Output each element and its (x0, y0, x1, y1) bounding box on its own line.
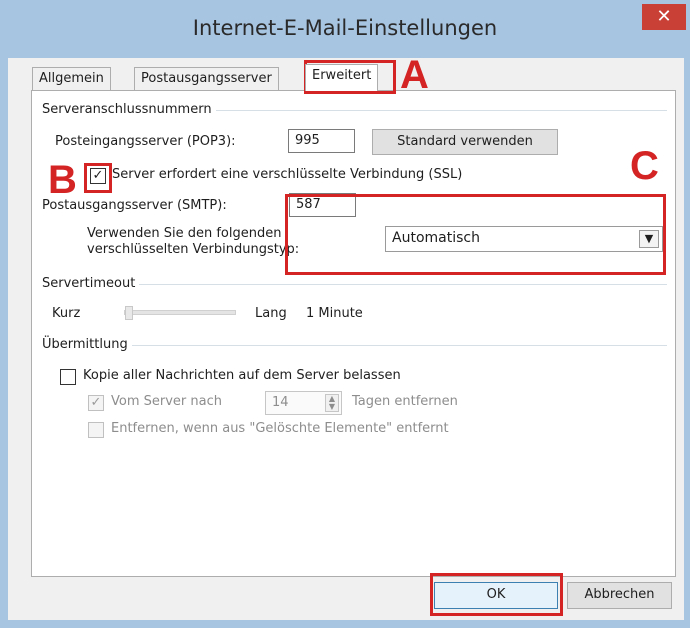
group-ports-label: Serveranschlussnummern (42, 102, 216, 117)
timeout-short-label: Kurz (52, 306, 81, 321)
title-bar[interactable]: Internet-E-Mail-Einstellungen ✕ (0, 0, 690, 58)
annotation-box-ok (430, 573, 563, 616)
window-title: Internet-E-Mail-Einstellungen (192, 16, 498, 40)
annotation-letter-b: B (48, 158, 77, 202)
annotation-box-c (285, 194, 666, 275)
group-divider (42, 345, 667, 346)
days-suffix-label: Tagen entfernen (352, 394, 458, 409)
days-stepper[interactable]: 14 ▲ ▼ (265, 391, 342, 415)
keep-copy-checkbox[interactable] (60, 369, 76, 385)
group-delivery-label: Übermittlung (42, 337, 132, 352)
remove-after-label: Vom Server nach (111, 394, 222, 409)
annotation-letter-c: C (630, 144, 659, 188)
advanced-tab-panel: Serveranschlussnummern Posteingangsserve… (31, 90, 676, 577)
tab-general[interactable]: Allgemein (32, 67, 111, 90)
use-default-button[interactable]: Standard verwenden (372, 129, 558, 155)
incoming-port-input[interactable]: 995 (288, 129, 355, 153)
incoming-port-label: Posteingangsserver (POP3): (55, 134, 236, 149)
encryption-label-line2: verschlüsselten Verbindungstyp: (87, 242, 300, 257)
dialog-window: Internet-E-Mail-Einstellungen ✕ Allgemei… (0, 0, 690, 628)
encryption-label-line1: Verwenden Sie den folgenden (87, 226, 282, 241)
group-timeout-label: Servertimeout (42, 276, 140, 291)
ssl-checkbox-label: Server erfordert eine verschlüsselte Ver… (112, 167, 463, 182)
cancel-button[interactable]: Abbrechen (567, 582, 672, 609)
spin-arrows-icon[interactable]: ▲ ▼ (325, 394, 339, 412)
checkmark-icon: ✓ (90, 395, 102, 410)
close-button[interactable]: ✕ (642, 4, 686, 30)
keep-copy-label: Kopie aller Nachrichten auf dem Server b… (83, 368, 401, 383)
timeout-value: 1 Minute (306, 306, 363, 321)
annotation-box-b (84, 163, 112, 193)
annotation-letter-a: A (400, 53, 429, 97)
tab-advanced[interactable]: Erweitert (305, 64, 379, 91)
remove-after-checkbox[interactable]: ✓ (88, 395, 104, 411)
tab-outgoing-server[interactable]: Postausgangsserver (134, 67, 279, 90)
days-value: 14 (272, 395, 289, 410)
timeout-long-label: Lang (255, 306, 287, 321)
remove-deleted-checkbox[interactable] (88, 422, 104, 438)
remove-deleted-label: Entfernen, wenn aus "Gelöschte Elemente"… (111, 421, 449, 436)
close-icon: ✕ (656, 6, 672, 27)
dialog-body: Allgemein Postausgangsserver Erweitert S… (8, 58, 684, 620)
timeout-slider-thumb[interactable] (125, 306, 133, 320)
timeout-slider-track[interactable] (124, 306, 236, 320)
